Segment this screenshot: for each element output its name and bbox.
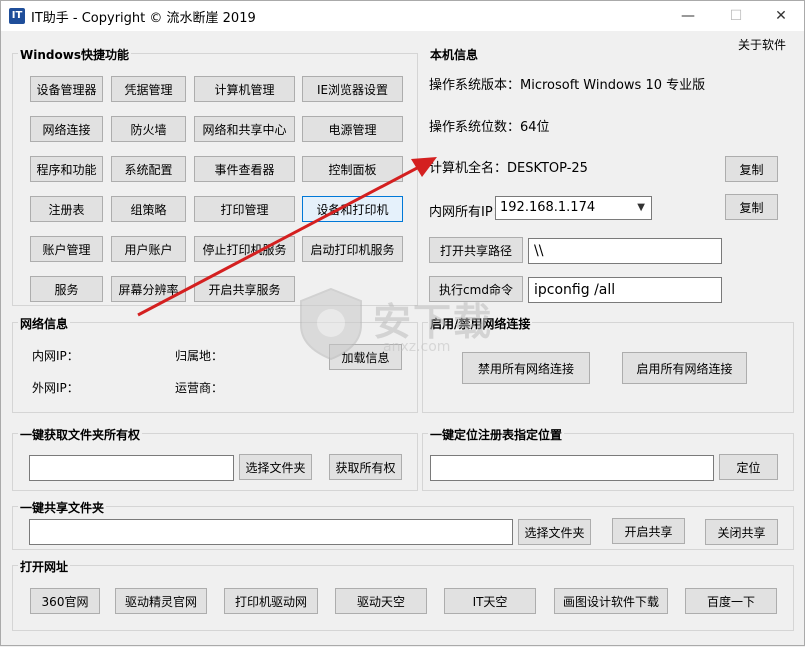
isp-label: 运营商： <box>175 381 224 395</box>
lan-ip-label: 内网IP： <box>32 349 79 363</box>
app-window: IT IT助手 - Copyright © 流水断崖 2019 — ☐ ✕ 关于… <box>0 0 805 646</box>
registry-title: 一键定位注册表指定位置 <box>428 426 565 443</box>
btn-device-manager[interactable]: 设备管理器 <box>30 76 103 102</box>
enable-all-network-button[interactable]: 启用所有网络连接 <box>622 352 747 384</box>
registry-path-input[interactable] <box>430 455 714 481</box>
ownership-choose-folder-button[interactable]: 选择文件夹 <box>239 454 312 480</box>
url-baidu-button[interactable]: 百度一下 <box>685 588 777 614</box>
title-bar[interactable]: IT IT助手 - Copyright © 流水断崖 2019 — ☐ ✕ <box>1 1 804 31</box>
copy-computer-name-button[interactable]: 复制 <box>725 156 778 182</box>
lan-ip-selected-value: 192.168.1.174 <box>500 200 596 215</box>
btn-user-accounts[interactable]: 用户账户 <box>111 236 186 262</box>
btn-programs-features[interactable]: 程序和功能 <box>30 156 103 182</box>
shield-logo-icon <box>300 287 362 361</box>
chevron-down-icon: ▼ <box>637 202 645 213</box>
watermark-sub-text: anxz.com <box>383 339 451 355</box>
btn-control-panel[interactable]: 控制面板 <box>302 156 403 182</box>
computer-name: 计算机全名：DESKTOP-25 <box>429 161 588 176</box>
btn-group-policy[interactable]: 组策略 <box>111 196 186 222</box>
app-icon: IT <box>9 8 25 24</box>
btn-services[interactable]: 服务 <box>30 276 103 302</box>
maximize-button[interactable]: ☐ <box>713 1 759 31</box>
url-design-software-button[interactable]: 画图设计软件下载 <box>554 588 668 614</box>
window-title: IT助手 - Copyright © 流水断崖 2019 <box>31 11 256 26</box>
watermark: 安下载 anxz.com <box>291 283 521 363</box>
close-share-button[interactable]: 关闭共享 <box>705 519 778 545</box>
url-driver-genius-button[interactable]: 驱动精灵官网 <box>115 588 207 614</box>
take-ownership-button[interactable]: 获取所有权 <box>329 454 402 480</box>
btn-computer-management[interactable]: 计算机管理 <box>194 76 295 102</box>
url-driver-sky-button[interactable]: 驱动天空 <box>335 588 427 614</box>
os-version: 操作系统版本：Microsoft Windows 10 专业版 <box>429 78 706 93</box>
btn-credential-manager[interactable]: 凭据管理 <box>111 76 186 102</box>
share-path-input[interactable]: \\ <box>528 238 722 264</box>
ownership-path-input[interactable] <box>29 455 234 481</box>
btn-start-print-service[interactable]: 启动打印机服务 <box>302 236 403 262</box>
btn-system-config[interactable]: 系统配置 <box>111 156 186 182</box>
about-menu[interactable]: 关于软件 <box>738 36 786 53</box>
url-printer-driver-button[interactable]: 打印机驱动网 <box>224 588 318 614</box>
url-360-button[interactable]: 360官网 <box>30 588 100 614</box>
copy-ip-button[interactable]: 复制 <box>725 194 778 220</box>
machine-info-title: 本机信息 <box>428 46 481 63</box>
os-bits: 操作系统位数：64位 <box>429 120 550 135</box>
btn-print-management[interactable]: 打印管理 <box>194 196 295 222</box>
locate-registry-button[interactable]: 定位 <box>719 454 778 480</box>
btn-firewall[interactable]: 防火墙 <box>111 116 186 142</box>
btn-event-viewer[interactable]: 事件查看器 <box>194 156 295 182</box>
btn-registry[interactable]: 注册表 <box>30 196 103 222</box>
network-info-title: 网络信息 <box>18 315 71 332</box>
ownership-title: 一键获取文件夹所有权 <box>18 426 143 443</box>
minimize-button[interactable]: — <box>665 1 711 31</box>
open-share-path-button[interactable]: 打开共享路径 <box>429 237 523 263</box>
location-label: 归属地： <box>175 349 224 363</box>
close-button[interactable]: ✕ <box>758 1 804 31</box>
share-folder-path-input[interactable] <box>29 519 513 545</box>
wan-ip-label: 外网IP： <box>32 381 79 395</box>
btn-enable-sharing-service[interactable]: 开启共享服务 <box>194 276 295 302</box>
watermark-main-text: 安下载 <box>373 300 494 344</box>
btn-network-connections[interactable]: 网络连接 <box>30 116 103 142</box>
shortcuts-title: Windows快捷功能 <box>18 46 131 63</box>
btn-screen-resolution[interactable]: 屏幕分辨率 <box>111 276 186 302</box>
btn-devices-printers[interactable]: 设备和打印机 <box>302 196 403 222</box>
open-share-button[interactable]: 开启共享 <box>612 518 685 544</box>
btn-account-management[interactable]: 账户管理 <box>30 236 103 262</box>
btn-network-sharing-center[interactable]: 网络和共享中心 <box>194 116 295 142</box>
share-choose-folder-button[interactable]: 选择文件夹 <box>518 519 591 545</box>
btn-stop-print-service[interactable]: 停止打印机服务 <box>194 236 295 262</box>
url-it-sky-button[interactable]: IT天空 <box>444 588 536 614</box>
cmd-input[interactable]: ipconfig /all <box>528 277 722 303</box>
btn-ie-settings[interactable]: IE浏览器设置 <box>302 76 403 102</box>
lan-ip-select[interactable]: 192.168.1.174 ▼ <box>495 196 652 220</box>
open-url-title: 打开网址 <box>18 558 71 575</box>
btn-power-management[interactable]: 电源管理 <box>302 116 403 142</box>
share-folder-title: 一键共享文件夹 <box>18 499 107 516</box>
